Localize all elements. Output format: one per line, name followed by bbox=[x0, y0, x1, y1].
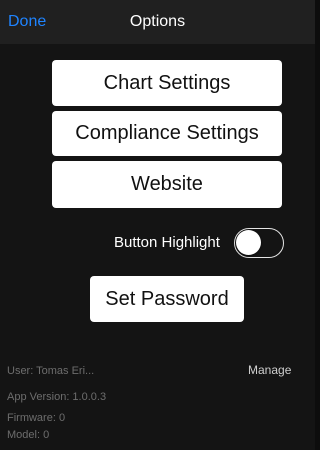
button-highlight-label: Button Highlight bbox=[114, 234, 220, 251]
page-title: Options bbox=[129, 13, 186, 30]
website-button[interactable]: Website bbox=[52, 161, 282, 208]
compliance-settings-button[interactable]: Compliance Settings bbox=[52, 111, 282, 156]
model-info: Model: 0 bbox=[7, 429, 50, 441]
button-highlight-toggle[interactable] bbox=[234, 228, 284, 258]
chart-settings-button[interactable]: Chart Settings bbox=[52, 60, 282, 106]
firmware-info: Firmware: 0 bbox=[7, 412, 66, 424]
options-screen: Done Options Chart Settings Compliance S… bbox=[0, 0, 315, 450]
manage-button[interactable]: Manage bbox=[248, 363, 291, 377]
nav-bar: Done Options bbox=[0, 0, 315, 44]
user-info: User: Tomas Eri... bbox=[7, 365, 95, 377]
set-password-button[interactable]: Set Password bbox=[90, 276, 244, 322]
button-highlight-row: Button Highlight bbox=[0, 228, 315, 260]
app-version-info: App Version: 1.0.0.3 bbox=[7, 391, 107, 403]
toggle-knob bbox=[236, 230, 261, 255]
